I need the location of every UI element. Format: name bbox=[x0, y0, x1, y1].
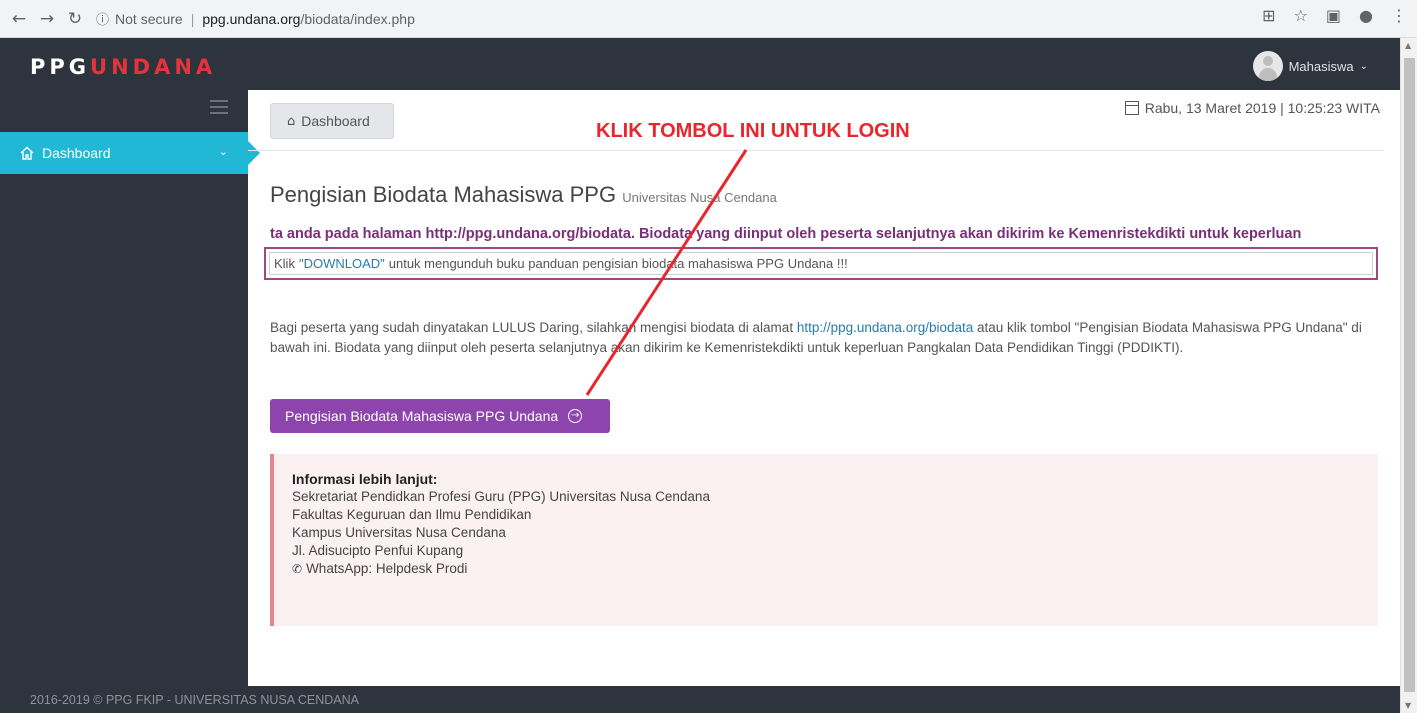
avatar bbox=[1252, 51, 1283, 81]
url-path: /biodata/index.php bbox=[300, 10, 415, 27]
datetime-display: Rabu, 13 Maret 2019 | 10:25:23 WITA bbox=[1124, 100, 1380, 116]
contact-info-callout: Informasi lebih lanjut: Sekretariat Pend… bbox=[270, 454, 1378, 626]
site-logo[interactable]: PPGUNDANA bbox=[30, 55, 216, 79]
info-line: Kampus Universitas Nusa Cendana bbox=[292, 525, 506, 540]
sidebar-item-label: Dashboard bbox=[42, 145, 111, 161]
main-content: ⌂ Dashboard Rabu, 13 Maret 2019 | 10:25:… bbox=[248, 90, 1400, 686]
biodata-form-button[interactable]: Pengisian Biodata Mahasiswa PPG Undana → bbox=[270, 399, 610, 433]
calendar-icon bbox=[1124, 101, 1139, 115]
header-divider bbox=[248, 150, 1384, 151]
sidebar-item-dashboard[interactable]: Dashboard ⌄ bbox=[0, 132, 260, 174]
whatsapp-text: WhatsApp: Helpdesk Prodi bbox=[306, 561, 468, 576]
user-menu[interactable]: Mahasiswa ⌄ bbox=[1252, 51, 1368, 81]
page-footer: 2016-2019 © PPG FKIP - UNIVERSITAS NUSA … bbox=[0, 686, 1400, 713]
user-name: Mahasiswa bbox=[1288, 58, 1354, 74]
scroll-down-arrow-icon[interactable]: ▼ bbox=[1405, 701, 1411, 710]
datetime-text: Rabu, 13 Maret 2019 | 10:25:23 WITA bbox=[1144, 100, 1380, 116]
page-title-text: Pengisian Biodata Mahasiswa PPG bbox=[270, 182, 617, 207]
extension-icon[interactable]: ▣ bbox=[1326, 6, 1341, 25]
back-arrow-icon[interactable]: ← bbox=[8, 8, 30, 30]
scroll-thumb[interactable] bbox=[1404, 58, 1415, 692]
info-icon[interactable]: ⓘ bbox=[96, 9, 109, 28]
security-label: Not secure bbox=[115, 10, 183, 27]
chevron-down-icon: ⌄ bbox=[1359, 60, 1368, 72]
app-header: PPGUNDANA Mahasiswa ⌄ bbox=[0, 38, 1400, 90]
translate-icon[interactable]: ⊞ bbox=[1262, 6, 1275, 25]
sidebar: Dashboard ⌄ bbox=[0, 90, 260, 686]
address-separator: | bbox=[190, 10, 195, 27]
scrolling-announcement: ta anda pada halaman http://ppg.undana.o… bbox=[270, 226, 1302, 242]
reload-icon[interactable]: ↻ bbox=[64, 8, 86, 30]
chevron-down-icon: ⌄ bbox=[218, 145, 228, 158]
url-host: ppg.undana.org bbox=[202, 10, 301, 27]
page-subtitle: Universitas Nusa Cendana bbox=[622, 190, 777, 205]
instruction-text: Bagi peserta yang sudah dinyatakan LULUS… bbox=[270, 318, 1382, 358]
biodata-form-button-label: Pengisian Biodata Mahasiswa PPG Undana bbox=[285, 408, 559, 424]
forward-arrow-icon[interactable]: → bbox=[36, 8, 58, 30]
download-notice: Klik "DOWNLOAD" untuk mengunduh buku pan… bbox=[264, 247, 1378, 280]
info-heading: Informasi lebih lanjut: bbox=[292, 471, 438, 487]
footer-copyright: 2016-2019 © PPG FKIP - UNIVERSITAS NUSA … bbox=[30, 692, 359, 707]
scroll-up-arrow-icon[interactable]: ▲ bbox=[1405, 41, 1411, 50]
notice-prefix: Klik bbox=[274, 256, 295, 271]
biodata-link[interactable]: http://ppg.undana.org/biodata bbox=[797, 320, 973, 335]
menu-dots-icon[interactable]: ⋮ bbox=[1391, 6, 1407, 25]
info-line: Fakultas Keguruan dan Ilmu Pendidikan bbox=[292, 507, 532, 522]
breadcrumb-label: Dashboard bbox=[301, 113, 370, 129]
scrollbar[interactable]: ▲ ▼ bbox=[1400, 38, 1417, 713]
notice-suffix: untuk mengunduh buku panduan pengisian b… bbox=[388, 256, 848, 271]
bookmark-star-icon[interactable]: ☆ bbox=[1294, 6, 1308, 25]
whatsapp-line[interactable]: ✆ WhatsApp: Helpdesk Prodi bbox=[292, 560, 1360, 578]
download-link[interactable]: "DOWNLOAD" bbox=[299, 256, 385, 271]
arrow-right-circle-icon: → bbox=[568, 409, 583, 423]
page-title: Pengisian Biodata Mahasiswa PPG Universi… bbox=[270, 182, 777, 208]
info-line: Jl. Adisucipto Penfui Kupang bbox=[292, 543, 464, 558]
whatsapp-icon: ✆ bbox=[292, 562, 303, 576]
logo-text-ppg: PPG bbox=[30, 55, 91, 79]
annotation-label: KLIK TOMBOL INI UNTUK LOGIN bbox=[596, 120, 910, 142]
browser-toolbar: ← → ↻ ⓘ Not secure | ppg.undana.org/biod… bbox=[0, 0, 1417, 38]
logo-text-undana: UNDANA bbox=[90, 55, 217, 79]
breadcrumb-dashboard-button[interactable]: ⌂ Dashboard bbox=[270, 103, 394, 139]
home-icon: ⌂ bbox=[287, 113, 296, 129]
home-icon bbox=[20, 146, 34, 160]
profile-icon[interactable]: ● bbox=[1359, 6, 1373, 25]
hamburger-menu-icon[interactable] bbox=[210, 100, 228, 114]
desc-part1: Bagi peserta yang sudah dinyatakan LULUS… bbox=[270, 320, 794, 335]
info-line: Sekretariat Pendidkan Profesi Guru (PPG)… bbox=[292, 489, 710, 504]
address-bar[interactable]: ⓘ Not secure | ppg.undana.org/biodata/in… bbox=[96, 4, 1386, 33]
